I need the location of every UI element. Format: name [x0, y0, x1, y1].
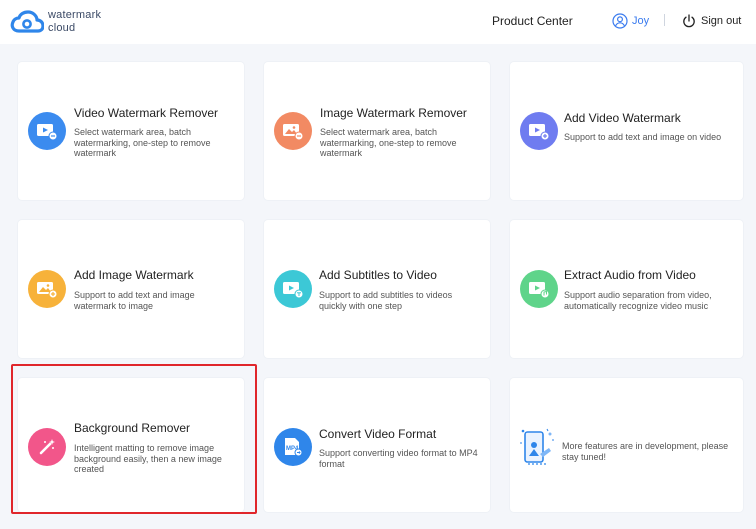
magic-wand-icon: [28, 428, 66, 466]
watermark-cloud-logo[interactable]: watermark cloud: [10, 7, 120, 39]
card-description: Support to add text and image on video: [564, 132, 722, 142]
card-title: Convert Video Format: [319, 427, 437, 441]
card-add-subtitles-to-video[interactable]: Add Subtitles to Video Support to add su…: [264, 220, 490, 358]
video-icon: [520, 112, 558, 150]
user-menu[interactable]: Joy: [612, 11, 649, 31]
card-title: Background Remover: [74, 421, 191, 435]
card-background-remover[interactable]: Background Remover Intelligent matting t…: [18, 378, 244, 512]
card-description: Support to add subtitles to videos quick…: [319, 290, 453, 311]
power-icon: [683, 14, 695, 28]
cloud-logo-icon: [10, 10, 44, 33]
product-center-link[interactable]: Product Center: [492, 14, 573, 28]
card-add-video-watermark[interactable]: Add Video Watermark Support to add text …: [510, 62, 743, 200]
coming-soon-message: More features are in development, please…: [562, 441, 729, 462]
card-title: Add Image Watermark: [74, 268, 194, 282]
card-convert-video-format[interactable]: MP4 Convert Video Format Support convert…: [264, 378, 490, 512]
logo-text-line1: watermark: [48, 9, 102, 21]
card-description: Support to add text and image watermark …: [74, 290, 195, 311]
card-coming-soon: More features are in development, please…: [510, 378, 743, 512]
logo-text-line2: cloud: [48, 22, 76, 34]
card-title: Add Video Watermark: [564, 111, 681, 125]
subtitle-video-icon: [274, 270, 312, 308]
card-image-watermark-remover[interactable]: Image Watermark Remover Select watermark…: [264, 62, 490, 200]
audio-video-icon: [520, 270, 558, 308]
card-description: Select watermark area, batch watermarkin…: [74, 127, 211, 158]
video-icon: [28, 112, 66, 150]
card-description: Support converting video format to MP4 f…: [319, 448, 478, 469]
card-add-image-watermark[interactable]: Add Image Watermark Support to add text …: [18, 220, 244, 358]
username-label: Joy: [632, 15, 650, 27]
top-header: watermark cloud Product Center Joy Sign …: [0, 0, 756, 44]
card-description: Intelligent matting to remove image back…: [74, 443, 222, 474]
card-title: Add Subtitles to Video: [319, 268, 437, 282]
card-video-watermark-remover[interactable]: Video Watermark Remover Select watermark…: [18, 62, 244, 200]
user-icon: [612, 13, 628, 29]
mp4-file-icon: MP4: [274, 428, 312, 466]
card-title: Image Watermark Remover: [320, 106, 467, 120]
sign-out-button[interactable]: Sign out: [682, 11, 741, 31]
card-description: Select watermark area, batch watermarkin…: [320, 127, 457, 158]
header-divider: [664, 14, 665, 26]
image-icon: [28, 270, 66, 308]
card-description: Support audio separation from video, aut…: [564, 290, 712, 311]
card-title: Extract Audio from Video: [564, 268, 696, 282]
image-icon: [274, 112, 312, 150]
card-extract-audio-from-video[interactable]: Extract Audio from Video Support audio s…: [510, 220, 743, 358]
card-title: Video Watermark Remover: [74, 106, 219, 120]
sign-out-label: Sign out: [701, 15, 742, 27]
development-illustration-icon: [520, 428, 554, 465]
